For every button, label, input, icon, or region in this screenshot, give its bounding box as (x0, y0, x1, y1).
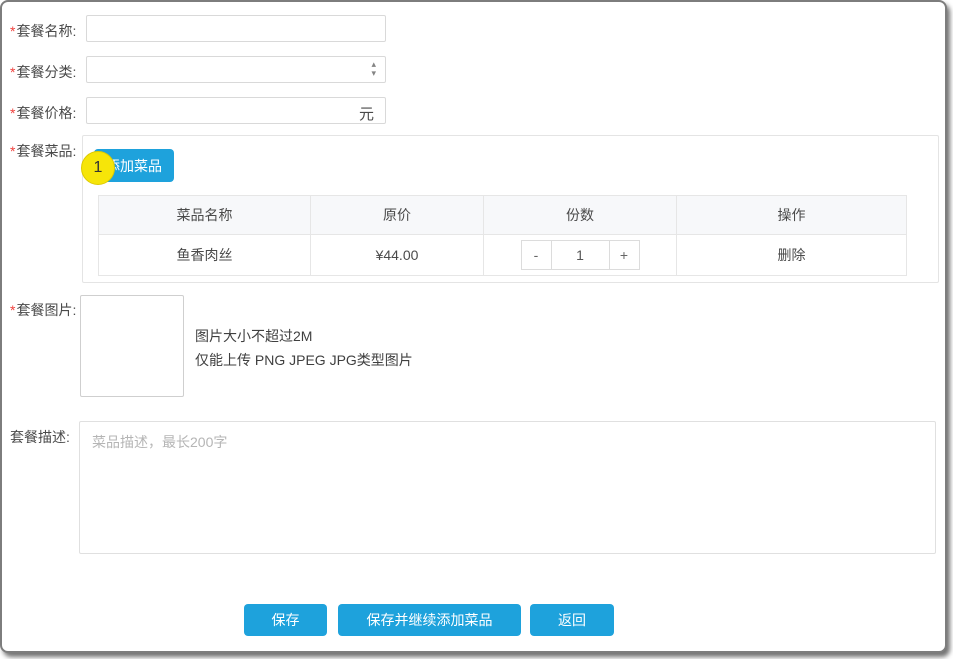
image-upload-box[interactable] (80, 295, 184, 397)
quantity-stepper: - + (520, 240, 640, 270)
required-asterisk: * (10, 302, 16, 318)
field-label-image: *套餐图片: (10, 302, 77, 318)
image-hint-types: 仅能上传 PNG JPEG JPG类型图片 (195, 352, 413, 368)
back-button[interactable]: 返回 (530, 604, 614, 636)
field-label-dishes: *套餐菜品: (10, 143, 77, 159)
dishes-table: 菜品名称 原价 份数 操作 鱼香肉丝 ¥44.00 - + (98, 195, 907, 276)
save-and-continue-button[interactable]: 保存并继续添加菜品 (338, 604, 521, 636)
cell-dish-name: 鱼香肉丝 (98, 234, 311, 276)
quantity-increment-button[interactable]: + (608, 240, 640, 270)
price-input[interactable] (86, 97, 386, 124)
cell-actions: 删除 (676, 234, 907, 276)
dishes-panel: 添加菜品 1 菜品名称 原价 份数 操作 鱼香肉丝 ¥44.00 - 1 + 删… (81, 135, 939, 283)
image-hint-size: 图片大小不超过2M (195, 328, 313, 344)
required-asterisk: * (10, 105, 16, 121)
save-button[interactable]: 保存 (244, 604, 327, 636)
table-header-row: 菜品名称 原价 份数 操作 (98, 195, 907, 235)
table-row: 鱼香肉丝 ¥44.00 - + 删除 (98, 234, 907, 276)
category-select[interactable]: ▴ ▾ (86, 56, 386, 83)
quantity-input[interactable] (550, 240, 610, 270)
col-header-actions: 操作 (676, 195, 907, 235)
form-panel: *套餐名称: *套餐分类: ▴ ▾ *套餐价格: 元 *套餐菜品: 添加菜品 1 … (0, 0, 947, 653)
required-asterisk: * (10, 23, 16, 39)
description-textarea[interactable] (79, 421, 936, 554)
annotation-badge: 1 (81, 151, 115, 185)
price-unit-label: 元 (359, 106, 375, 123)
field-label-name: *套餐名称: (10, 23, 77, 39)
field-label-category: *套餐分类: (10, 64, 77, 80)
quantity-decrement-button[interactable]: - (520, 240, 552, 270)
image-upload-hints: 图片大小不超过2M 仅能上传 PNG JPEG JPG类型图片 (195, 324, 413, 372)
col-header-dish-name: 菜品名称 (98, 195, 311, 235)
delete-dish-link[interactable]: 删除 (778, 247, 806, 263)
select-arrow-icon: ▴ ▾ (371, 59, 376, 78)
required-asterisk: * (10, 64, 16, 80)
col-header-original-price: 原价 (310, 195, 484, 235)
required-asterisk: * (10, 143, 16, 159)
name-input[interactable] (86, 15, 386, 42)
cell-quantity: - + (483, 234, 677, 276)
field-label-price: *套餐价格: (10, 105, 77, 121)
field-label-description: 套餐描述: (10, 429, 70, 445)
col-header-quantity: 份数 (483, 195, 677, 235)
cell-original-price: ¥44.00 (310, 234, 484, 276)
